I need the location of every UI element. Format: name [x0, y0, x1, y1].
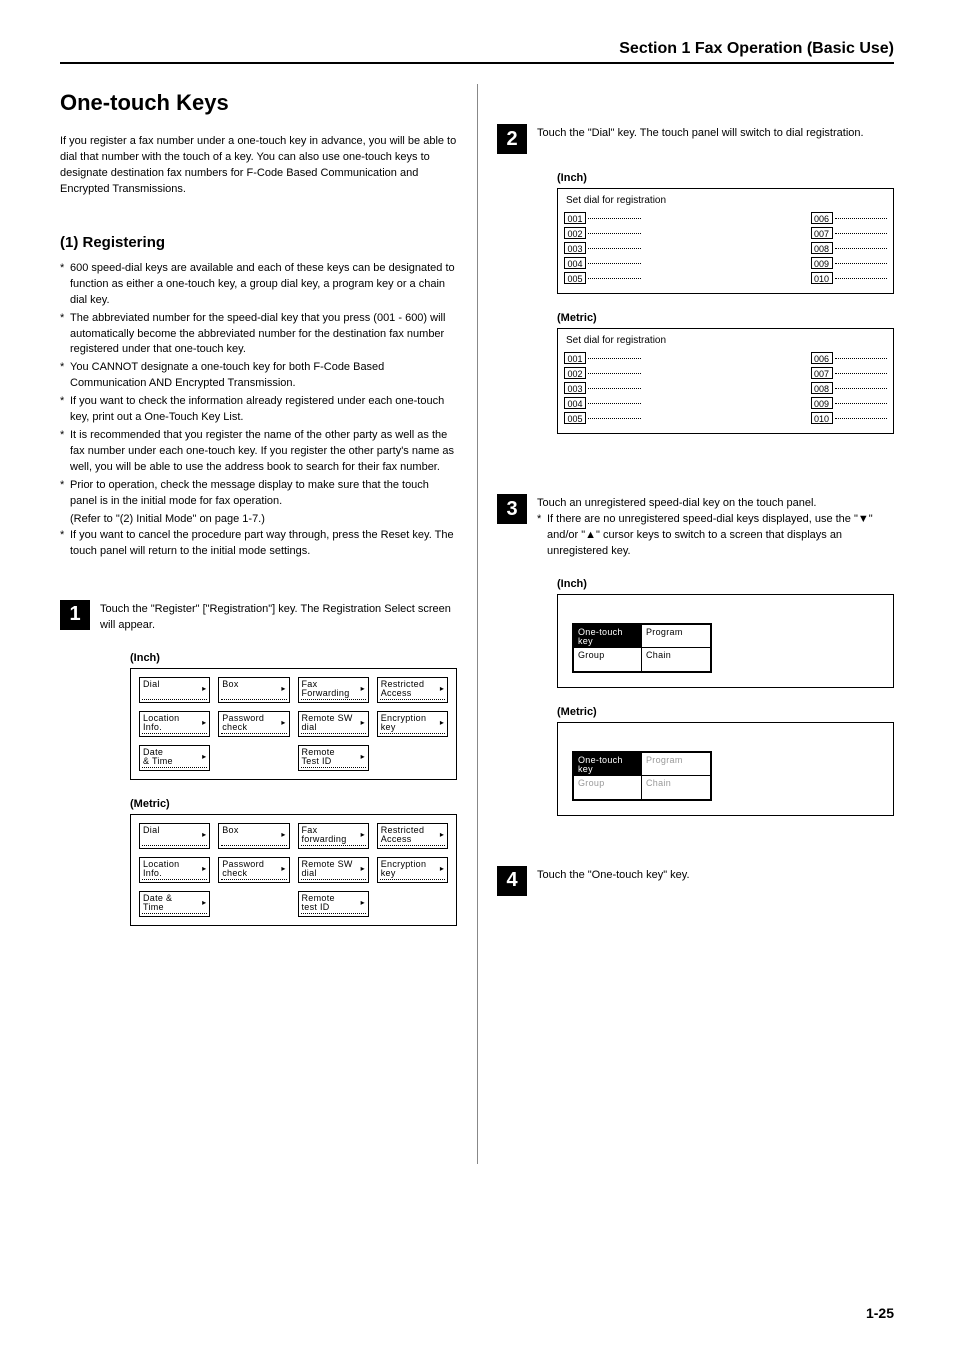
figure-step2-inch: Set dial for registration 00100200300400…: [557, 188, 894, 294]
speed-dial-row: 008: [811, 242, 888, 254]
touchpanel-key: Faxforwarding▸: [298, 823, 369, 849]
speed-dial-row: 010: [811, 272, 888, 284]
speed-dial-row: 010: [811, 412, 888, 424]
figure-label-metric: (Metric): [557, 312, 894, 324]
speed-dial-row: 003: [564, 382, 641, 394]
figure-step1-metric: Dial▸ Box▸ Faxforwarding▸ RestrictedAccess▸…: [130, 814, 457, 926]
step-3-text: Touch an unregistered speed-dial key on …: [537, 494, 894, 560]
figure-step1-inch: Dial▸ Box▸ FaxForwarding▸ RestrictedAccess▸…: [130, 668, 457, 780]
step-1: 1 Touch the "Register" ["Registration"] …: [60, 600, 457, 634]
step-1-text: Touch the "Register" ["Registration"] ke…: [100, 600, 457, 634]
speed-dial-row: 003: [564, 242, 641, 254]
speed-dial-row: 002: [564, 367, 641, 379]
touchpanel-key: Remote SWdial▸: [298, 857, 369, 883]
page-number: 1-25: [866, 1305, 894, 1321]
speed-dial-row: 006: [811, 212, 888, 224]
step-2-text: Touch the "Dial" key. The touch panel wi…: [537, 124, 864, 154]
touchpanel-key: Encryptionkey▸: [377, 857, 448, 883]
step-4: 4 Touch the "One-touch key" key.: [497, 866, 894, 896]
figure-label-inch: (Inch): [557, 172, 894, 184]
speed-dial-row: 006: [811, 352, 888, 364]
figure-label-metric: (Metric): [130, 798, 457, 810]
touchpanel-key: Dial▸: [139, 823, 210, 849]
touchpanel-key: Passwordcheck▸: [218, 857, 289, 883]
touchpanel-key: LocationInfo.▸: [139, 711, 210, 737]
figure-step3-metric: One-touchkey Program Group Chain: [557, 722, 894, 816]
touchpanel-key: LocationInfo.▸: [139, 857, 210, 883]
intro-paragraph: If you register a fax number under a one…: [60, 134, 457, 198]
step-badge-3: 3: [497, 494, 527, 524]
touchpanel-key: Box▸: [218, 677, 289, 703]
speed-dial-row: 009: [811, 257, 888, 269]
speed-dial-row: 008: [811, 382, 888, 394]
column-divider: [477, 84, 478, 1164]
step-4-text: Touch the "One-touch key" key.: [537, 866, 690, 896]
figure-label-metric: (Metric): [557, 706, 894, 718]
speed-dial-row: 001: [564, 352, 641, 364]
figure-step2-metric: Set dial for registration 00100200300400…: [557, 328, 894, 434]
step-badge-4: 4: [497, 866, 527, 896]
touchpanel-key: Passwordcheck▸: [218, 711, 289, 737]
speed-dial-row: 007: [811, 227, 888, 239]
touchpanel-key: Remotetest ID▸: [298, 891, 369, 917]
speed-dial-row: 005: [564, 272, 641, 284]
touchpanel-key: Date& Time▸: [139, 745, 210, 771]
figure-step3-inch: One-touchkey Program Group Chain: [557, 594, 894, 688]
speed-dial-row: 004: [564, 257, 641, 269]
step-badge-1: 1: [60, 600, 90, 630]
touchpanel-key: Box▸: [218, 823, 289, 849]
speed-dial-row: 009: [811, 397, 888, 409]
section-header: Section 1 Fax Operation (Basic Use): [60, 40, 894, 64]
step-3: 3 Touch an unregistered speed-dial key o…: [497, 494, 894, 560]
touchpanel-key: Remote SWdial▸: [298, 711, 369, 737]
speed-dial-row: 002: [564, 227, 641, 239]
figure-label-inch: (Inch): [130, 652, 457, 664]
figure-label-inch: (Inch): [557, 578, 894, 590]
speed-dial-row: 004: [564, 397, 641, 409]
touchpanel-key: Dial▸: [139, 677, 210, 703]
touchpanel-key: RemoteTest ID▸: [298, 745, 369, 771]
step-badge-2: 2: [497, 124, 527, 154]
touchpanel-key: Date &Time▸: [139, 891, 210, 917]
subheading-registering: (1) Registering: [60, 234, 457, 251]
touchpanel-key: RestrictedAccess▸: [377, 823, 448, 849]
speed-dial-row: 007: [811, 367, 888, 379]
touchpanel-key: RestrictedAccess▸: [377, 677, 448, 703]
speed-dial-row: 005: [564, 412, 641, 424]
touchpanel-key: Encryptionkey▸: [377, 711, 448, 737]
step-2: 2 Touch the "Dial" key. The touch panel …: [497, 124, 894, 154]
page-title: One-touch Keys: [60, 90, 457, 116]
touchpanel-key: FaxForwarding▸: [298, 677, 369, 703]
speed-dial-row: 001: [564, 212, 641, 224]
notes-list: *600 speed-dial keys are available and e…: [60, 261, 457, 560]
